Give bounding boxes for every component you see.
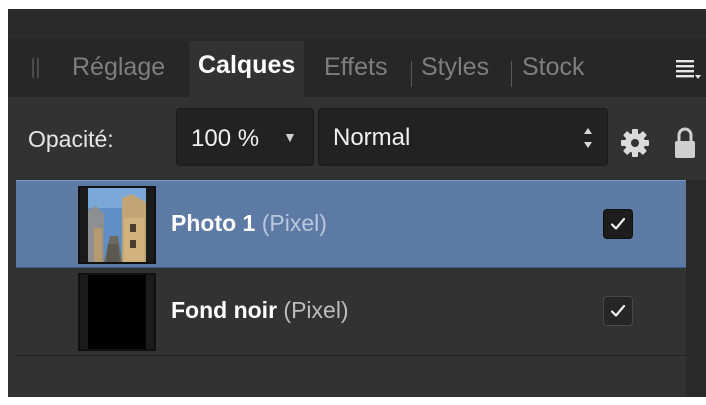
tab-stock[interactable]: Stock bbox=[522, 51, 585, 97]
tab-effets[interactable]: Effets bbox=[324, 51, 387, 97]
layer-visibility-checkbox[interactable] bbox=[603, 209, 633, 239]
settings-gear-icon[interactable] bbox=[620, 128, 650, 158]
panel-menu-icon[interactable] bbox=[676, 59, 701, 81]
layer-name[interactable]: Fond noir (Pixel) bbox=[171, 297, 349, 324]
tab-reglage[interactable]: Réglage bbox=[72, 51, 165, 97]
opacity-dropdown[interactable]: 100 % ▼ bbox=[176, 108, 314, 166]
blend-mode-dropdown[interactable]: Normal bbox=[318, 108, 608, 166]
opacity-label: Opacité: bbox=[28, 126, 114, 152]
layer-name-text: Photo 1 bbox=[171, 210, 256, 236]
layers-panel: Réglage Calques Effets Styles Stock Opac… bbox=[8, 9, 706, 397]
tab-separator bbox=[411, 61, 412, 87]
tab-calques[interactable]: Calques bbox=[189, 41, 305, 97]
layers-list: Photo 1 (Pixel) Fond noir (Pixel) bbox=[16, 180, 686, 397]
grip-icon[interactable] bbox=[32, 58, 40, 78]
opacity-value: 100 % bbox=[191, 125, 260, 152]
layer-thumbnail-black bbox=[78, 273, 156, 351]
layer-row-fond-noir[interactable]: Fond noir (Pixel) bbox=[16, 268, 686, 356]
tab-styles[interactable]: Styles bbox=[421, 51, 489, 97]
lock-icon[interactable] bbox=[674, 126, 696, 160]
layer-thumbnail-photo bbox=[78, 186, 156, 264]
layers-scrollbar[interactable] bbox=[686, 180, 706, 397]
checkmark-icon bbox=[610, 217, 626, 230]
tab-separator bbox=[511, 61, 512, 87]
layer-visibility-checkbox[interactable] bbox=[603, 296, 633, 326]
layer-name-text: Fond noir bbox=[171, 297, 278, 323]
layer-type-text: (Pixel) bbox=[283, 297, 349, 323]
layer-row-photo-1[interactable]: Photo 1 (Pixel) bbox=[16, 180, 686, 268]
blend-mode-value: Normal bbox=[333, 124, 411, 151]
updown-arrows-icon bbox=[583, 123, 593, 153]
checkmark-icon bbox=[610, 304, 626, 317]
layer-name[interactable]: Photo 1 (Pixel) bbox=[171, 210, 327, 237]
panel-top-strip bbox=[8, 9, 706, 39]
chevron-down-icon: ▼ bbox=[283, 129, 297, 145]
layer-type-text: (Pixel) bbox=[261, 210, 327, 236]
